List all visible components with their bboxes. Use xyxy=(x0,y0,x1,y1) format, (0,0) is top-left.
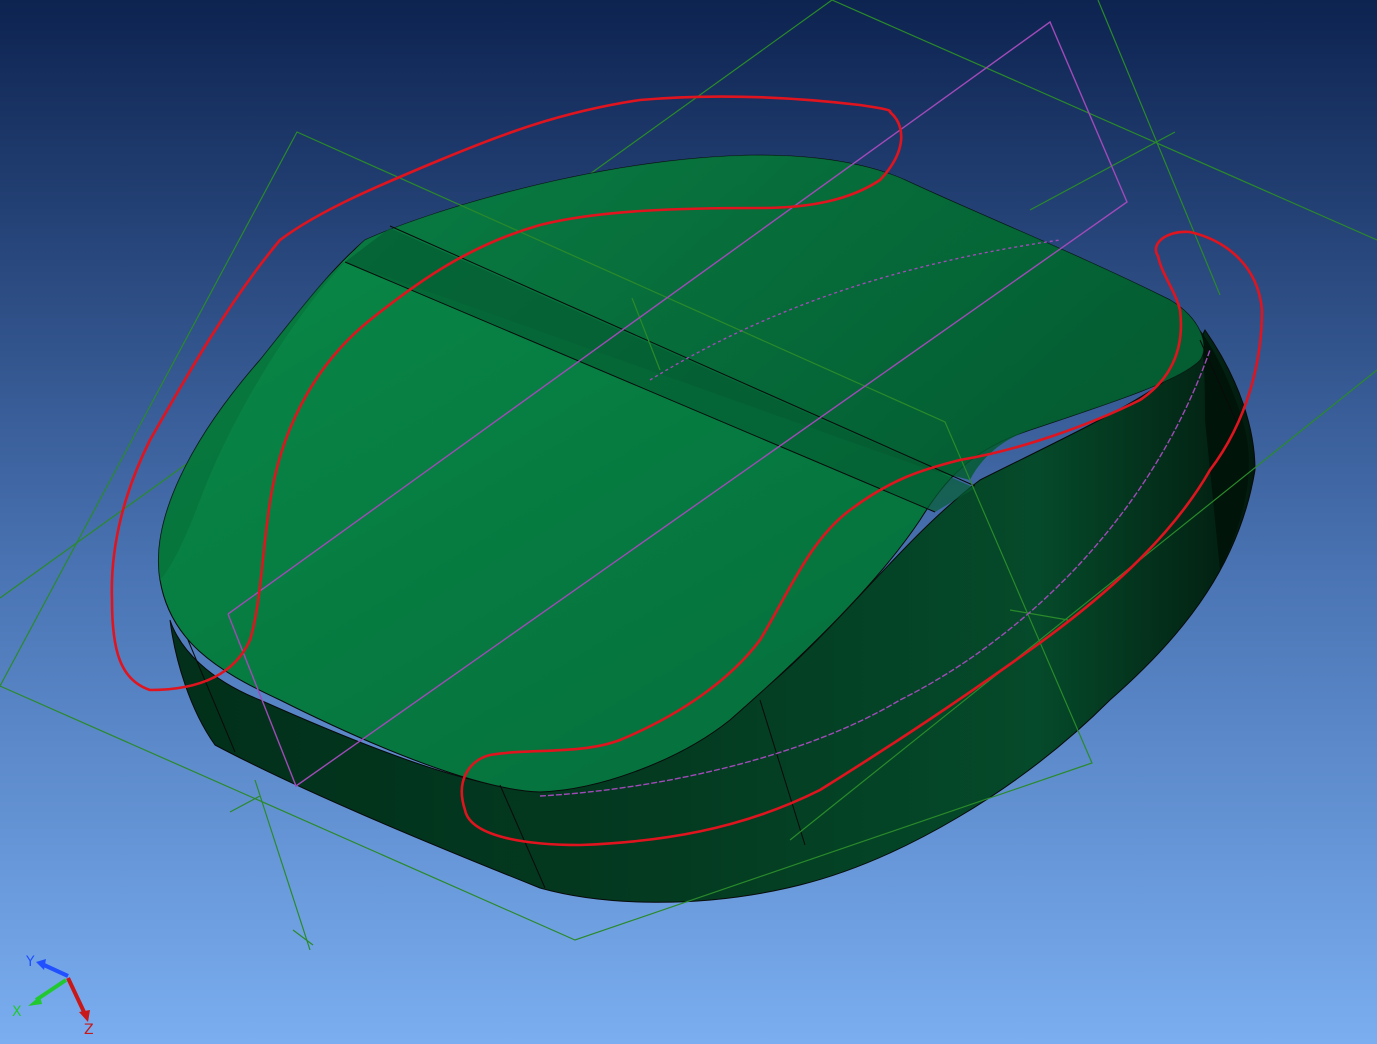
axis-triad-z-label: Z xyxy=(84,1022,94,1038)
model-scene[interactable]: Y X Z xyxy=(0,0,1377,1044)
axis-triad-x-label: X xyxy=(12,1004,22,1020)
axis-triad-y-label: Y xyxy=(25,954,35,970)
3d-viewport[interactable]: Y X Z xyxy=(0,0,1377,1044)
